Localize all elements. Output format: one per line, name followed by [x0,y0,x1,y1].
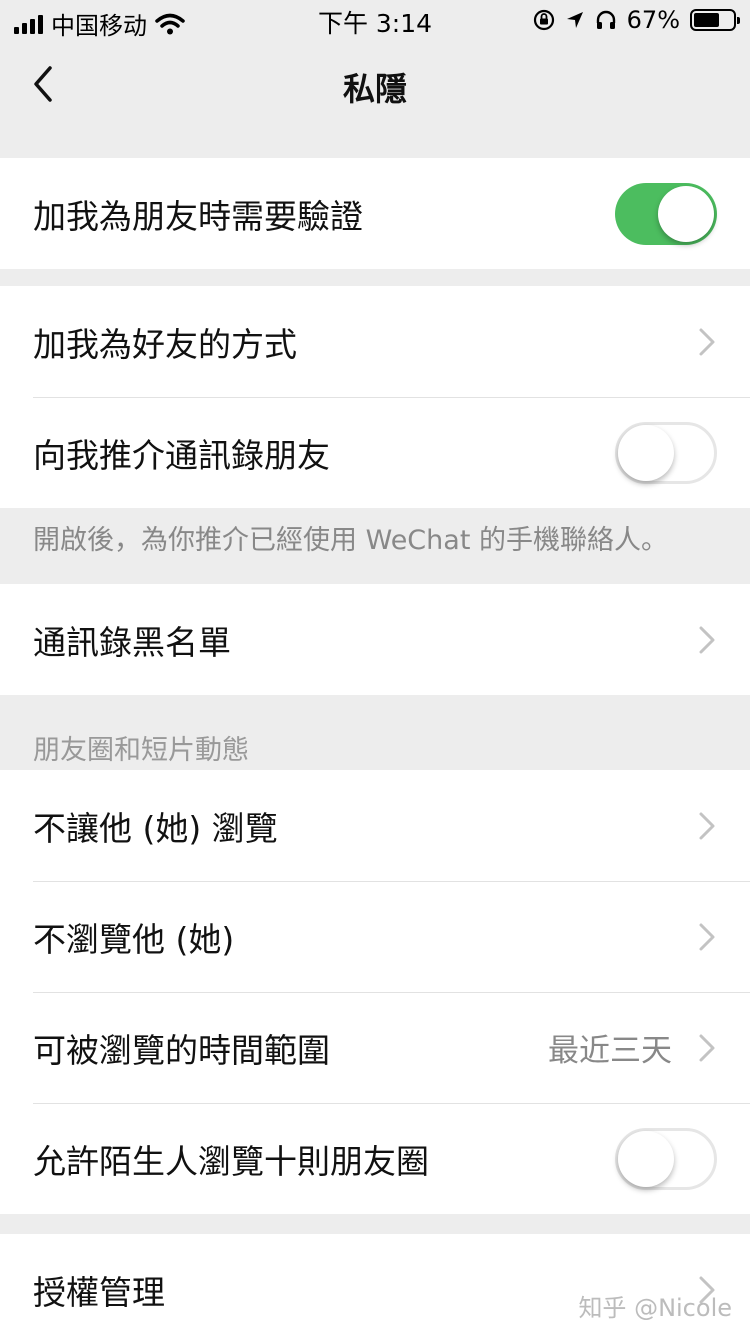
hide-their-moments-row[interactable]: 不瀏覽他 (她) [0,881,750,992]
add-methods-group: 加我為好友的方式 向我推介通訊錄朋友 [0,286,750,508]
hide-their-moments-label: 不瀏覽他 (她) [33,919,235,959]
chevron-right-icon [699,626,715,653]
battery-icon [690,9,740,31]
watermark: 知乎 @Nicole [578,1294,732,1322]
page-title: 私隱 [342,70,407,108]
recommend-note: 開啟後，為你推介已經使用 WeChat 的手機聯絡人。 [33,525,668,556]
blacklist-row[interactable]: 通訊錄黑名單 [0,584,750,695]
verify-row: 加我為朋友時需要驗證 [0,158,750,269]
status-right: 67% [533,6,740,34]
verify-toggle[interactable] [615,182,717,245]
stranger-view-row: 允許陌生人瀏覽十則朋友圈 [0,1103,750,1214]
recommend-toggle[interactable] [615,421,717,484]
chevron-right-icon [699,923,715,950]
recommend-label: 向我推介通訊錄朋友 [33,435,330,475]
auth-label: 授權管理 [33,1272,165,1312]
nav-bar: 私隱 [0,40,750,130]
moments-section-header: 朋友圈和短片動態 [33,735,249,766]
status-bar: 中国移动 下午 3:14 67% [0,0,750,40]
moments-group: 不讓他 (她) 瀏覽 不瀏覽他 (她) 可被瀏覽的時間範圍 最近三天 允許陌生人… [0,770,750,1214]
stranger-view-toggle[interactable] [615,1127,717,1190]
verify-label: 加我為朋友時需要驗證 [33,196,363,236]
chevron-right-icon [699,328,715,355]
chevron-right-icon [699,812,715,839]
battery-percent: 67% [626,6,680,34]
visible-range-row[interactable]: 可被瀏覽的時間範圍 最近三天 [0,992,750,1103]
hide-my-moments-label: 不讓他 (她) 瀏覽 [33,808,278,848]
orientation-lock-icon [533,9,554,31]
add-methods-label: 加我為好友的方式 [33,324,297,364]
chevron-right-icon [699,1034,715,1061]
toggle-knob [658,185,714,242]
blacklist-label: 通訊錄黑名單 [33,622,231,662]
recommend-row: 向我推介通訊錄朋友 [0,397,750,508]
visible-range-label: 可被瀏覽的時間範圍 [33,1030,330,1070]
toggle-knob [618,1130,674,1187]
headphones-icon [596,10,615,29]
stranger-view-label: 允許陌生人瀏覽十則朋友圈 [33,1141,429,1181]
verify-group: 加我為朋友時需要驗證 [0,158,750,269]
blacklist-group: 通訊錄黑名單 [0,584,750,695]
visible-range-value: 最近三天 [548,1033,672,1069]
location-icon [566,12,583,28]
hide-my-moments-row[interactable]: 不讓他 (她) 瀏覽 [0,770,750,881]
battery-level [694,13,720,27]
add-methods-row[interactable]: 加我為好友的方式 [0,286,750,397]
toggle-knob [618,424,674,481]
